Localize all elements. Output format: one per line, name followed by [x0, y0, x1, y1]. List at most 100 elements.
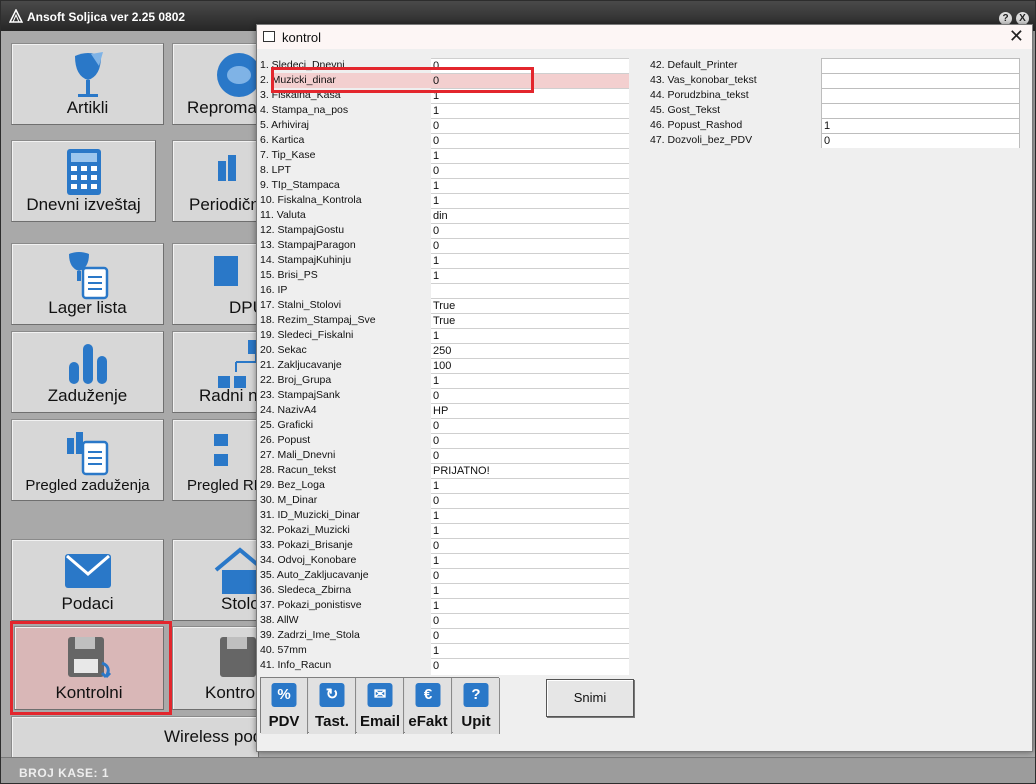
tile-artikli-label: Artikli [66, 98, 109, 117]
tile-repromaterijal-label: Repromaterijal [187, 98, 257, 117]
param-value-field[interactable]: 0 [431, 448, 629, 463]
tile-periodicni-izvestaj[interactable]: Periodični izveštaj [172, 140, 258, 222]
param-label: 25. Graficki [260, 419, 314, 431]
param-value-field[interactable]: 100 [431, 358, 629, 373]
param-value-field[interactable]: True [431, 298, 629, 313]
tile-wireless[interactable]: Wireless podaci [11, 716, 259, 758]
euro-icon: € [415, 683, 441, 707]
param-label: 42. Default_Printer [650, 59, 738, 71]
param-label: 44. Porudzbina_tekst [650, 89, 749, 101]
app-logo-icon [9, 9, 23, 23]
tile-stolovi[interactable]: Stolovi [172, 539, 258, 621]
tile-dnevni-izvestaj[interactable]: Dnevni izveštaj [11, 140, 156, 222]
tool-button-tast[interactable]: ↻ Tast. [309, 678, 356, 734]
param-value-field[interactable]: 0 [821, 133, 1020, 148]
tile-repromaterijal[interactable]: Repromaterijal [172, 43, 258, 125]
calculator-document-icon [214, 256, 238, 286]
param-label: 36. Sledeca_Zbirna [260, 584, 352, 596]
param-value-field[interactable]: 1 [431, 553, 629, 568]
param-value-field[interactable]: 1 [431, 643, 629, 658]
param-value-field[interactable] [821, 103, 1020, 118]
tile-zaduzenje-label: Zaduženje [47, 386, 128, 405]
param-value-field[interactable]: 1 [431, 523, 629, 538]
param-label: 37. Pokazi_ponistisve [260, 599, 362, 611]
tool-button-upit[interactable]: ? Upit [453, 678, 500, 734]
param-label: 10. Fiskalna_Kontrola [260, 194, 362, 206]
tile-pregled-zaduzenja-label: Pregled zaduženja [25, 477, 150, 494]
param-value-field[interactable] [821, 88, 1020, 103]
param-value-field[interactable]: 1 [821, 118, 1020, 133]
tile-kontrolni-2[interactable]: Kontrolni 2 [172, 626, 258, 710]
param-value-field[interactable]: 0 [431, 118, 629, 133]
param-value-field[interactable]: 1 [431, 508, 629, 523]
param-label: 27. Mali_Dnevni [260, 449, 336, 461]
param-value-field[interactable]: 1 [431, 193, 629, 208]
param-value-field[interactable]: 1 [431, 103, 629, 118]
param-value-field[interactable]: din [431, 208, 629, 223]
param-value-field[interactable]: 1 [431, 148, 629, 163]
param-label: 24. NazivA4 [260, 404, 317, 416]
house-icon [214, 547, 257, 594]
param-value-field[interactable]: 1 [431, 178, 629, 193]
param-value-field[interactable]: 0 [431, 433, 629, 448]
param-value-field[interactable]: 0 [431, 493, 629, 508]
param-value-field[interactable]: 0 [431, 568, 629, 583]
bar-chart-icon [68, 344, 107, 384]
tile-artikli[interactable]: Artikli [11, 43, 164, 125]
dialog-title: kontrol [282, 30, 322, 45]
param-value-field[interactable]: HP [431, 403, 629, 418]
param-value-field[interactable]: 0 [431, 658, 629, 673]
param-value-field[interactable]: 1 [431, 598, 629, 613]
param-label: 22. Broj_Grupa [260, 374, 332, 386]
save-button[interactable]: Snimi [546, 679, 634, 717]
tile-dpu-lista[interactable]: DPU lista [172, 243, 258, 325]
param-label: 29. Bez_Loga [260, 479, 325, 491]
param-label: 19. Sledeci_Fiskalni [260, 329, 354, 341]
param-value-field[interactable]: 1 [431, 373, 629, 388]
tile-radni-nalog[interactable]: Radni nalog [172, 331, 258, 413]
tile-lager-label: Lager lista [48, 298, 127, 317]
param-value-field[interactable]: 0 [431, 163, 629, 178]
param-value-field[interactable]: 1 [431, 328, 629, 343]
param-value-field[interactable]: 1 [431, 268, 629, 283]
param-label: 12. StampajGostu [260, 224, 345, 236]
param-value-field[interactable] [431, 283, 629, 298]
param-label: 33. Pokazi_Brisanje [260, 539, 353, 551]
param-value-field[interactable]: True [431, 313, 629, 328]
param-value-field[interactable]: PRIJATNO! [431, 463, 629, 478]
refresh-icon: ↻ [319, 683, 345, 707]
dialog-close-button[interactable]: ✕ [1009, 26, 1024, 47]
param-value-field[interactable]: 0 [431, 613, 629, 628]
param-label: 34. Odvoj_Konobare [260, 554, 357, 566]
param-value-field[interactable]: 0 [431, 418, 629, 433]
param-value-field[interactable]: 0 [431, 238, 629, 253]
param-value-field[interactable]: 0 [431, 133, 629, 148]
param-value-field[interactable] [821, 73, 1020, 88]
param-label: 47. Dozvoli_bez_PDV [650, 134, 753, 146]
param-value-field[interactable]: 1 [431, 478, 629, 493]
param-value-field[interactable]: 0 [431, 223, 629, 238]
tile-pregled-rn[interactable]: Pregled RN [172, 419, 258, 501]
tile-lager-lista[interactable]: Lager lista [11, 243, 164, 325]
param-value-field[interactable]: 0 [431, 538, 629, 553]
param-value-field[interactable] [821, 58, 1020, 73]
highlight-muzicki-dinar [271, 67, 534, 93]
tool-button-efakt[interactable]: € eFakt [405, 678, 452, 734]
tool-button-label: PDV [268, 713, 300, 730]
param-value-field[interactable]: 0 [431, 388, 629, 403]
email-icon: ✉ [367, 683, 393, 707]
param-label: 31. ID_Muzicki_Dinar [260, 509, 360, 521]
floppy-disk-icon [220, 637, 256, 677]
tile-podaci[interactable]: Podaci [11, 539, 164, 621]
param-value-field[interactable]: 0 [431, 628, 629, 643]
param-label: 38. AllW [260, 614, 299, 626]
tile-pregled-zaduzenja[interactable]: Pregled zaduženja [11, 419, 164, 501]
highlight-kontrolni [10, 621, 172, 715]
tool-button-pdv[interactable]: % PDV [261, 678, 308, 734]
param-value-field[interactable]: 1 [431, 583, 629, 598]
tool-button-email[interactable]: ✉ Email [357, 678, 404, 734]
tile-zaduzenje[interactable]: Zaduženje [11, 331, 164, 413]
tile-dnevni-label: Dnevni izveštaj [26, 195, 141, 214]
param-value-field[interactable]: 1 [431, 253, 629, 268]
param-value-field[interactable]: 250 [431, 343, 629, 358]
